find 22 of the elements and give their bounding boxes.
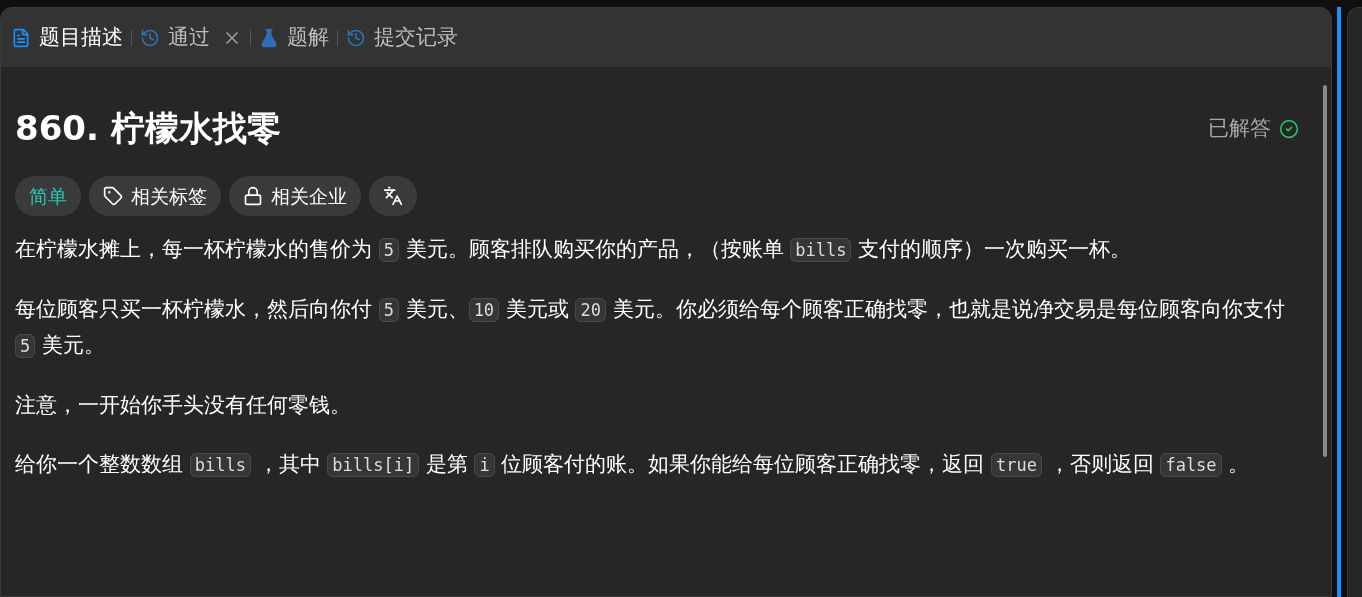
tag-button[interactable]: 相关标签 bbox=[89, 176, 221, 216]
lock-icon bbox=[243, 186, 263, 206]
history-icon bbox=[140, 27, 160, 48]
tab[interactable]: 通过 bbox=[140, 21, 210, 54]
difficulty-badge[interactable]: 简单 bbox=[15, 176, 81, 216]
tab[interactable]: 题目描述 bbox=[11, 21, 123, 54]
description-paragraph: 每位顾客只买一杯柠檬水，然后向你付 5 美元、 10 美元或 20 美元。你必须给每个顾客正确找零，也就是说净交易是每位顾客向你支付 5 美元。 bbox=[15, 296, 1286, 360]
tab[interactable]: 题解 bbox=[259, 21, 329, 54]
document-icon bbox=[11, 27, 31, 48]
tag-button[interactable]: 相关企业 bbox=[229, 176, 361, 216]
description-paragraph: 注意，一开始你手头没有任何零钱。 bbox=[15, 392, 352, 419]
description-paragraph: 在柠檬水摊上，每一杯柠檬水的售价为 5 美元。顾客排队购买你的产品，（按账单 bills 支付的顺序）一次购买一杯。 bbox=[15, 236, 1133, 264]
solved-status: 已解答 bbox=[1208, 114, 1271, 142]
history-icon bbox=[346, 27, 366, 48]
tag-icon bbox=[103, 186, 123, 206]
flask-icon bbox=[259, 27, 279, 48]
translate-button[interactable] bbox=[369, 176, 417, 216]
tab[interactable]: 提交记录 bbox=[346, 21, 458, 54]
description-paragraph: 给你一个整数数组 bills ，其中 bills[i] 是第 i 位顾客付的账。如果你能给每位顾客正确找零，返回 true ，否则返回 false 。 bbox=[15, 451, 1251, 479]
translate-icon bbox=[383, 186, 403, 206]
problem-title: 860. 柠檬水找零 bbox=[15, 107, 281, 150]
resize-handle[interactable] bbox=[1337, 7, 1341, 597]
